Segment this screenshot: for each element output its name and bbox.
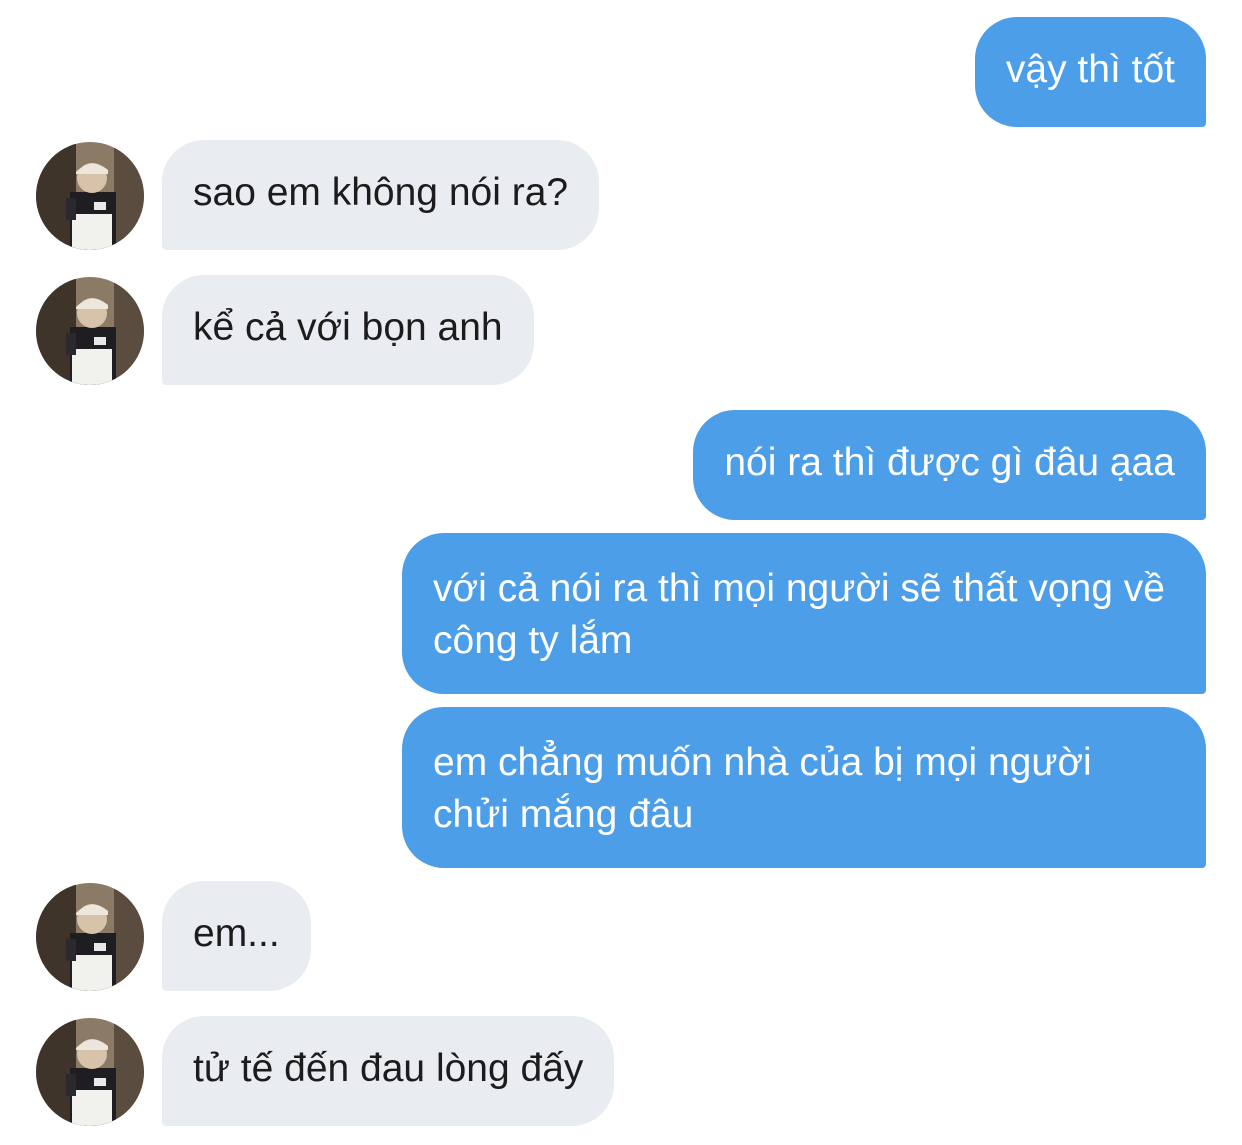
avatar-photo-icon bbox=[36, 883, 144, 991]
contact-avatar[interactable] bbox=[36, 277, 144, 385]
outgoing-message-bubble[interactable]: với cả nói ra thì mọi người sẽ thất vọng… bbox=[402, 533, 1206, 694]
avatar-photo-icon bbox=[36, 142, 144, 250]
contact-avatar[interactable] bbox=[36, 142, 144, 250]
avatar-photo-icon bbox=[36, 1018, 144, 1126]
outgoing-message-bubble[interactable]: nói ra thì được gì đâu ạaa bbox=[693, 410, 1206, 520]
contact-avatar[interactable] bbox=[36, 883, 144, 991]
incoming-message-bubble[interactable]: sao em không nói ra? bbox=[162, 140, 600, 250]
outgoing-message-bubble[interactable]: vậy thì tốt bbox=[974, 17, 1206, 127]
incoming-message-bubble[interactable]: kể cả với bọn anh bbox=[162, 275, 534, 385]
outgoing-message-bubble[interactable]: em chẳng muốn nhà của bị mọi người chửi … bbox=[402, 707, 1206, 868]
contact-avatar[interactable] bbox=[36, 1018, 144, 1126]
avatar-photo-icon bbox=[36, 277, 144, 385]
incoming-message-bubble[interactable]: em... bbox=[162, 881, 311, 991]
incoming-message-bubble[interactable]: tử tế đến đau lòng đấy bbox=[162, 1016, 615, 1126]
